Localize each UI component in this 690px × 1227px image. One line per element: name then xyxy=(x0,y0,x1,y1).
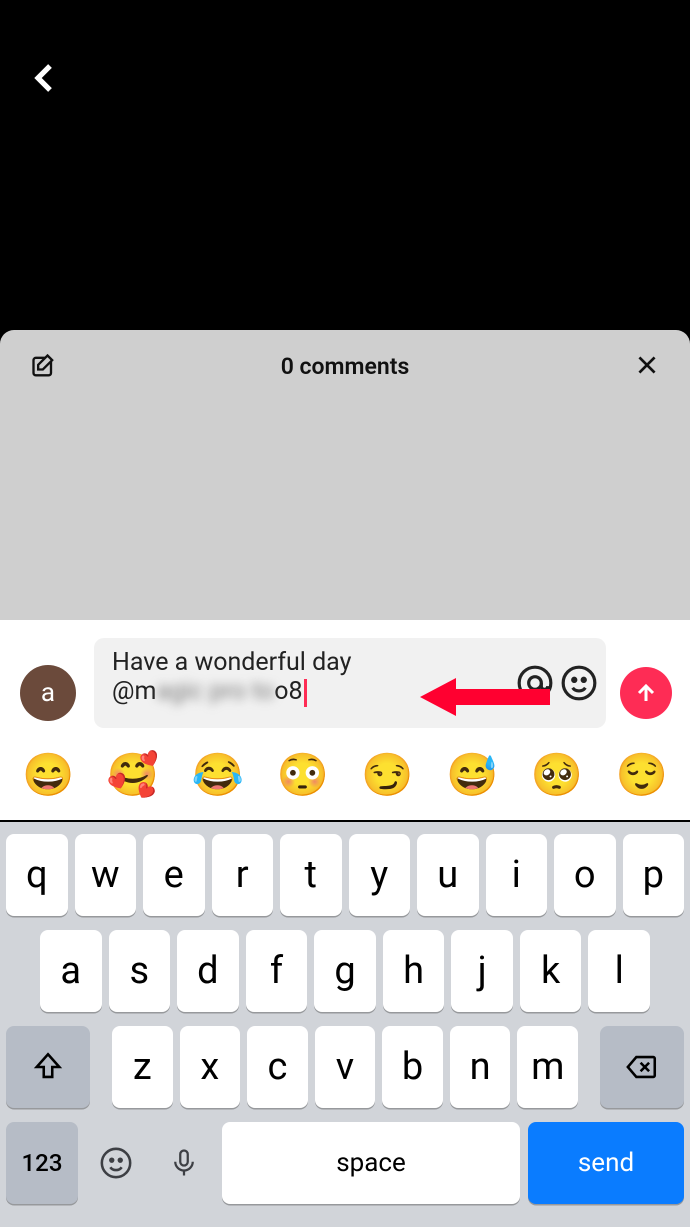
key-v[interactable]: v xyxy=(315,1026,376,1108)
emoji-quick-1[interactable]: 🥰 xyxy=(107,755,159,797)
comment-input[interactable]: Have a wonderful day @magic pro too8 xyxy=(94,638,606,728)
key-shift[interactable] xyxy=(6,1026,90,1108)
backspace-icon xyxy=(625,1050,659,1084)
close-icon xyxy=(634,352,660,378)
shift-icon xyxy=(31,1050,65,1084)
at-icon[interactable] xyxy=(516,664,554,702)
key-n[interactable]: n xyxy=(450,1026,511,1108)
key-j[interactable]: j xyxy=(451,930,513,1012)
key-i[interactable]: i xyxy=(486,834,548,916)
key-numbers[interactable]: 123 xyxy=(6,1122,78,1204)
emoji-quick-7[interactable]: 😌 xyxy=(616,755,668,797)
key-send[interactable]: send xyxy=(528,1122,684,1204)
key-x[interactable]: x xyxy=(180,1026,241,1108)
comment-text-line2: @magic pro too8 xyxy=(112,677,303,706)
emoji-quick-5[interactable]: 😅 xyxy=(446,755,498,797)
key-g[interactable]: g xyxy=(314,930,376,1012)
key-y[interactable]: y xyxy=(349,834,411,916)
arrow-up-icon xyxy=(634,681,658,705)
key-d[interactable]: d xyxy=(177,930,239,1012)
key-u[interactable]: u xyxy=(417,834,479,916)
key-t[interactable]: t xyxy=(280,834,342,916)
key-space[interactable]: space xyxy=(222,1122,520,1204)
video-backdrop xyxy=(0,0,690,330)
key-s[interactable]: s xyxy=(109,930,171,1012)
key-dictation[interactable] xyxy=(154,1122,214,1204)
key-q[interactable]: q xyxy=(6,834,68,916)
key-f[interactable]: f xyxy=(246,930,308,1012)
text-caret xyxy=(304,679,307,707)
emoji-quick-3[interactable]: 😳 xyxy=(276,755,328,797)
key-z[interactable]: z xyxy=(112,1026,173,1108)
send-comment-button[interactable] xyxy=(620,667,672,719)
key-emoji-keyboard[interactable] xyxy=(86,1122,146,1204)
key-r[interactable]: r xyxy=(212,834,274,916)
mic-icon xyxy=(169,1148,199,1178)
key-c[interactable]: c xyxy=(247,1026,308,1108)
key-k[interactable]: k xyxy=(520,930,582,1012)
keyboard: q w e r t y u i o p a s d f g h j k l z … xyxy=(0,822,690,1227)
back-button[interactable] xyxy=(26,60,62,96)
key-l[interactable]: l xyxy=(588,930,650,1012)
key-p[interactable]: p xyxy=(623,834,685,916)
emoji-quick-4[interactable]: 😏 xyxy=(361,755,413,797)
emoji-keyboard-icon xyxy=(99,1146,133,1180)
emoji-quick-6[interactable]: 🥺 xyxy=(531,755,583,797)
key-m[interactable]: m xyxy=(517,1026,578,1108)
emoji-picker-icon[interactable] xyxy=(560,664,598,702)
emoji-quick-2[interactable]: 😂 xyxy=(192,755,244,797)
comments-header: 0 comments xyxy=(0,330,690,402)
comments-panel: 0 comments xyxy=(0,330,690,620)
avatar: a xyxy=(20,665,76,721)
key-h[interactable]: h xyxy=(383,930,445,1012)
key-backspace[interactable] xyxy=(600,1026,684,1108)
compose-icon xyxy=(30,352,58,380)
key-a[interactable]: a xyxy=(40,930,102,1012)
emoji-quick-row: 😄 🥰 😂 😳 😏 😅 🥺 😌 xyxy=(0,755,690,797)
emoji-quick-0[interactable]: 😄 xyxy=(22,755,74,797)
comments-title: 0 comments xyxy=(281,353,410,380)
compose-button[interactable] xyxy=(30,352,58,380)
comment-text-line1: Have a wonderful day xyxy=(112,648,522,677)
key-e[interactable]: e xyxy=(143,834,205,916)
key-w[interactable]: w xyxy=(75,834,137,916)
key-o[interactable]: o xyxy=(554,834,616,916)
key-b[interactable]: b xyxy=(382,1026,443,1108)
close-button[interactable] xyxy=(634,352,660,378)
chevron-left-icon xyxy=(26,60,62,96)
